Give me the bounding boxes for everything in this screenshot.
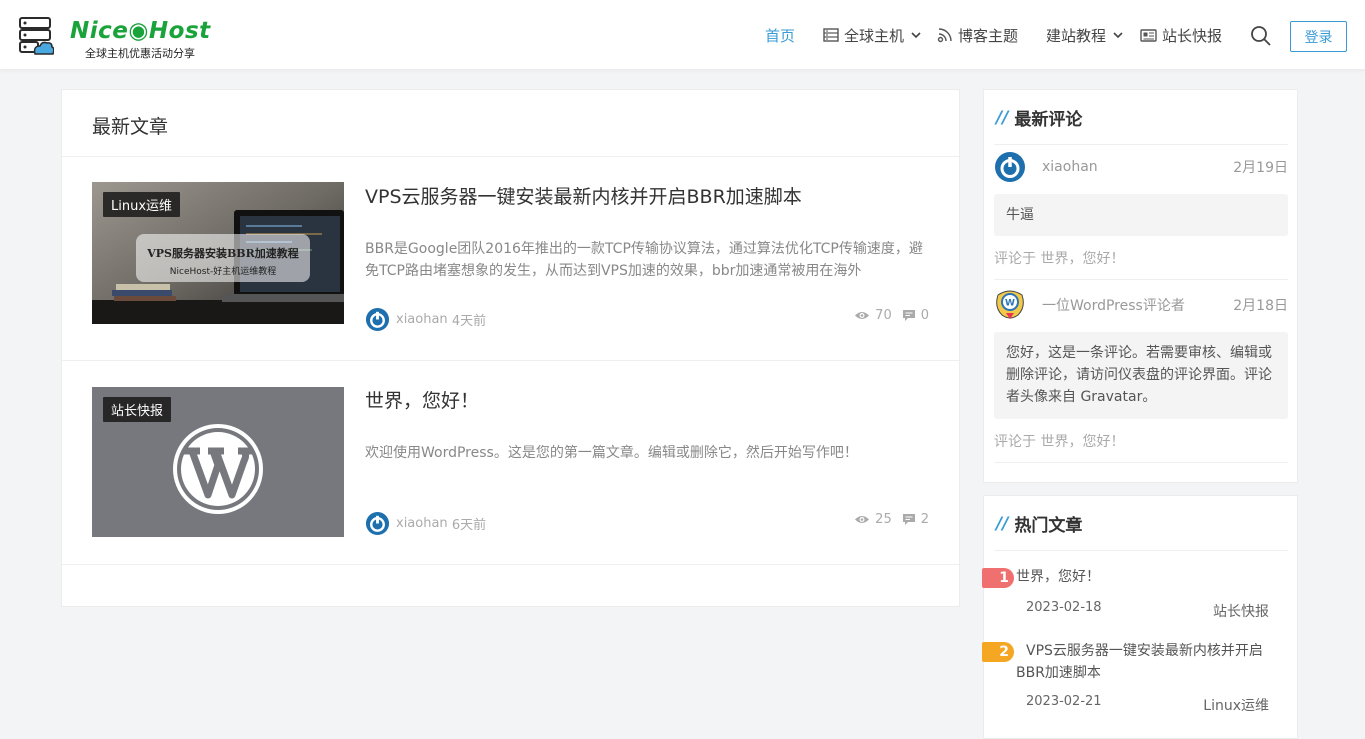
slashes-icon: // (996, 107, 1009, 128)
nav-label: 全球主机 (844, 26, 905, 45)
post-meta: xiaohan 4天前 (365, 307, 486, 332)
divider (62, 564, 959, 565)
category-tag[interactable]: Linux运维 (103, 192, 181, 217)
view-count: 70 (875, 308, 892, 323)
commenter-name[interactable]: xiaohan (1042, 159, 1233, 175)
server-icon (823, 28, 839, 42)
comment-date: 2月19日 (1233, 160, 1288, 176)
site-header: Nice◉Host 全球主机优惠活动分享 首页 全球主机 博客主题 建站教程 站… (0, 0, 1365, 70)
comment-context: 评论于 世界，您好！ (994, 248, 1124, 268)
post-stats: 70 0 (854, 308, 929, 323)
chevron-down-icon (1113, 32, 1123, 39)
post-time: 6天前 (451, 518, 487, 533)
hot-post-title[interactable]: VPS云服务器一键安装最新内核并开启BBR加速脚本 (1016, 640, 1266, 684)
widget-title: //热门文章 (996, 511, 1083, 537)
newspaper-icon (1140, 28, 1157, 42)
recent-comments-widget: //最新评论 xiaohan 2月19日 牛逼 评论于 世界，您好！ W 一位W… (983, 89, 1298, 483)
post-title[interactable]: 世界，您好！ (365, 386, 479, 413)
hot-post-date: 2023-02-21 (1026, 694, 1102, 709)
hot-post-title[interactable]: 世界，您好！ (1016, 566, 1266, 588)
category-tag[interactable]: 站长快报 (103, 397, 172, 422)
eye-icon (855, 312, 870, 319)
nav-item-home[interactable]: 首页 (765, 25, 795, 46)
comment-on-prefix: 评论于 (994, 434, 1036, 450)
hot-post-category[interactable]: 站长快报 (1213, 601, 1269, 621)
comment-icon (902, 514, 915, 525)
rank-badge: 1 (982, 568, 1014, 588)
comment-header: W 一位WordPress评论者 2月18日 (994, 288, 1288, 322)
comment-on-prefix: 评论于 (994, 251, 1036, 267)
comment-post-link[interactable]: 世界，您好！ (1040, 434, 1124, 450)
post-thumbnail[interactable]: 站长快报 (92, 387, 344, 537)
nav-item-global-hosts[interactable]: 全球主机 (823, 25, 922, 46)
hot-posts-widget: //热门文章 1 世界，您好！ 2023-02-18 站长快报 2 VPS云服务… (982, 495, 1298, 739)
author-name[interactable]: xiaohan (396, 516, 448, 531)
comment-header: xiaohan 2月19日 (994, 150, 1288, 184)
nav-item-tutorials[interactable]: 建站教程 (1046, 25, 1124, 46)
comment-post-link[interactable]: 世界，您好！ (1040, 251, 1124, 267)
post-stats: 25 2 (854, 512, 929, 527)
thumbnail-headline: VPS服务器安装BBR加速教程 (147, 247, 299, 260)
post-title[interactable]: VPS云服务器一键安装最新内核并开启BBR加速脚本 (365, 182, 802, 209)
avatar[interactable] (994, 151, 1026, 183)
server-cloud-icon (19, 17, 54, 55)
nav-themes[interactable]: 博客主题 (937, 0, 1018, 70)
comment-icon (902, 310, 915, 321)
logo-text: Nice◉Host (70, 18, 211, 44)
nav-label: 博客主题 (958, 26, 1019, 45)
author-name[interactable]: xiaohan (396, 312, 448, 327)
wordpress-avatar-icon[interactable]: W (994, 289, 1026, 321)
slashes-icon: // (996, 513, 1009, 534)
widget-title-text: 最新评论 (1014, 110, 1083, 130)
rank-badge: 2 (982, 642, 1014, 662)
hot-post-category[interactable]: Linux运维 (1203, 695, 1269, 715)
divider (62, 360, 959, 361)
svg-text:W: W (1005, 299, 1015, 309)
rss-icon (937, 28, 952, 43)
post-excerpt: BBR是Google团队2016年推出的一款TCP传输协议算法，通过算法优化TC… (365, 241, 923, 279)
comment-text: 您好，这是一条评论。若需要审核、编辑或删除评论，请访问仪表盘的评论界面。评论者头… (994, 332, 1288, 419)
divider (994, 462, 1288, 463)
nav-label: 首页 (765, 26, 796, 45)
divider (994, 279, 1288, 280)
comment-count: 2 (920, 512, 929, 527)
avatar[interactable] (365, 307, 390, 332)
login-button[interactable]: 登录 (1290, 21, 1347, 52)
comment-count: 0 (920, 308, 929, 323)
site-logo[interactable]: Nice◉Host 全球主机优惠活动分享 (18, 14, 218, 60)
widget-title: //最新评论 (996, 105, 1083, 131)
nav-label: 站长快报 (1162, 26, 1223, 45)
section-title: 最新文章 (92, 116, 169, 138)
latest-posts-panel: 最新文章 VPS服务器安装BBR加速教程 NiceHost-好主机运维教程 Li… (61, 89, 960, 607)
avatar[interactable] (365, 511, 390, 536)
post-time: 4天前 (451, 314, 487, 329)
commenter-name[interactable]: 一位WordPress评论者 (1042, 295, 1233, 315)
eye-icon (855, 516, 870, 523)
widget-title-text: 热门文章 (1014, 516, 1083, 536)
search-icon[interactable] (1250, 25, 1272, 47)
thumbnail-subline: NiceHost-好主机运维教程 (169, 267, 277, 277)
nav-label: 建站教程 (1046, 26, 1107, 45)
post-meta: xiaohan 6天前 (365, 511, 486, 536)
hot-post-date: 2023-02-18 (1026, 600, 1102, 615)
divider (994, 550, 1288, 551)
divider (994, 144, 1288, 145)
comment-text: 牛逼 (994, 194, 1288, 236)
logo-tagline: 全球主机优惠活动分享 (85, 47, 195, 60)
nav-home[interactable]: 首页 (765, 0, 795, 70)
comment-context: 评论于 世界，您好！ (994, 431, 1124, 451)
view-count: 25 (875, 512, 892, 527)
nav-item-webmaster-news[interactable]: 站长快报 (1140, 25, 1222, 46)
divider (62, 156, 959, 157)
comment-date: 2月18日 (1233, 298, 1288, 314)
nav-tutorials[interactable]: 建站教程 (1046, 0, 1124, 70)
nav-item-blog-themes[interactable]: 博客主题 (937, 25, 1018, 46)
post-thumbnail[interactable]: VPS服务器安装BBR加速教程 NiceHost-好主机运维教程 Linux运维 (92, 182, 344, 324)
chevron-down-icon (911, 32, 921, 39)
post-excerpt: 欢迎使用WordPress。这是您的第一篇文章。编辑或删除它，然后开始写作吧！ (365, 445, 858, 461)
nav-hosts[interactable]: 全球主机 (823, 0, 922, 70)
nav-news[interactable]: 站长快报 (1140, 0, 1222, 70)
